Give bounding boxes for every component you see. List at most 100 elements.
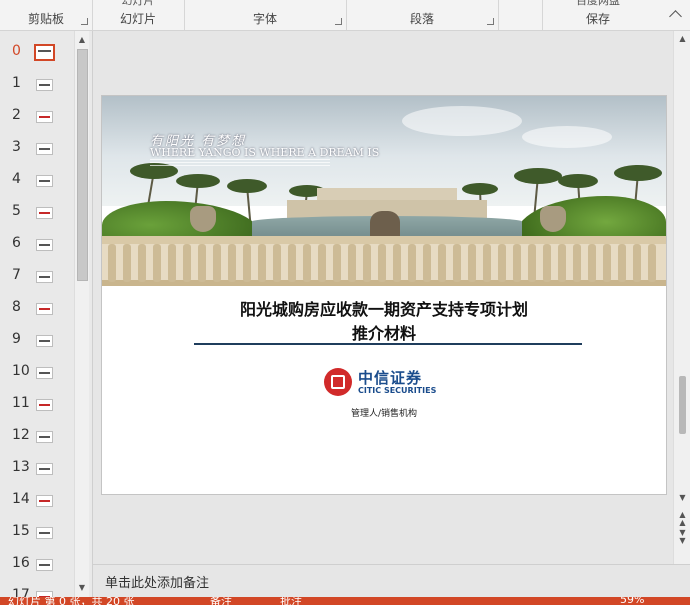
slide-thumbnail[interactable]: 0 (0, 39, 72, 67)
slide-thumbnail-number: 13 (12, 459, 30, 475)
slide-counter: 幻灯片 第 0 张，共 20 张 (8, 597, 135, 605)
slide-thumbnail-preview[interactable] (36, 399, 53, 411)
slide-thumbnail[interactable]: 4 (0, 167, 72, 195)
slide-thumbnail[interactable]: 14 (0, 487, 72, 515)
logo-chinese: 中信证券 (358, 369, 423, 387)
ribbon-group-slides: 幻灯片 幻灯片 (92, 0, 185, 30)
new-slide-button[interactable]: 幻灯片 (92, 0, 184, 8)
editor-scrollbar[interactable]: ▲ ▼ ▲ ▲ ▼ ▼ (673, 31, 690, 564)
scroll-up-icon[interactable]: ▲ (75, 33, 89, 47)
slide-thumbnail-number: 7 (12, 267, 21, 283)
slide-thumbnail-preview[interactable] (36, 175, 53, 187)
paragraph-launcher-icon[interactable] (487, 18, 494, 25)
ribbon-group-label: 段落 (409, 12, 434, 26)
slide-thumbnail[interactable]: 7 (0, 263, 72, 291)
slide-thumbnail[interactable]: 11 (0, 391, 72, 419)
slide-thumbnail[interactable]: 9 (0, 327, 72, 355)
clipboard-launcher-icon[interactable] (81, 18, 88, 25)
previous-slide-icon[interactable]: ▲ ▲ (674, 511, 690, 527)
slide-thumbnail-preview[interactable] (36, 559, 53, 571)
scroll-down-icon[interactable]: ▼ (75, 581, 89, 595)
ribbon-group-editing (498, 0, 543, 30)
citic-seal-icon (324, 368, 352, 396)
slide-thumbnail[interactable]: 2 (0, 103, 72, 131)
slide-thumbnail[interactable]: 13 (0, 455, 72, 483)
slide-editor: 有阳光 有梦想 WHERE YANGO IS WHERE A DREAM IS … (93, 31, 673, 564)
slide-title-line1[interactable]: 阳光城购房应收款一期资产支持专项计划 (102, 296, 666, 320)
thumbnail-scrollbar[interactable]: ▲ ▼ (74, 31, 89, 597)
slide-subtitle[interactable]: 管理人/销售机构 (102, 406, 666, 419)
slide-thumbnail-preview[interactable] (36, 303, 53, 315)
slide-thumbnail[interactable]: 12 (0, 423, 72, 451)
scrollbar-thumb[interactable] (679, 376, 686, 434)
slide-thumbnail[interactable]: 1 (0, 71, 72, 99)
ribbon-group-clipboard: 剪贴板 (0, 0, 93, 30)
font-launcher-icon[interactable] (335, 18, 342, 25)
ribbon-group-save: 百度网盘 保存 (542, 0, 654, 30)
slide-thumbnail[interactable]: 16 (0, 551, 72, 579)
slide-thumbnail-number: 9 (12, 331, 21, 347)
slide-thumbnail-number: 11 (12, 395, 30, 411)
slide-thumbnail[interactable]: 10 (0, 359, 72, 387)
slide-thumbnail-number: 17 (12, 587, 30, 597)
slide-thumbnail-preview[interactable] (36, 207, 53, 219)
status-bar: 幻灯片 第 0 张，共 20 张 备注 批注 59% (0, 597, 690, 605)
ribbon-group-label: 字体 (252, 12, 277, 26)
citic-logo: 中信证券 CITIC SECURITIES (324, 366, 444, 400)
slide-thumbnail[interactable]: 15 (0, 519, 72, 547)
slide-thumbnail[interactable]: 17 (0, 583, 72, 597)
slide-thumbnail-preview[interactable] (36, 111, 53, 123)
slide-thumbnail-preview[interactable] (36, 431, 53, 443)
slide-thumbnail-number: 16 (12, 555, 30, 571)
slide-thumbnail-number: 2 (12, 107, 21, 123)
slide-thumbnail-preview[interactable] (36, 271, 53, 283)
slide-thumbnail-number: 14 (12, 491, 30, 507)
next-slide-icon[interactable]: ▼ ▼ (674, 529, 690, 545)
slide-thumbnail-number: 3 (12, 139, 21, 155)
slide-thumbnail-preview[interactable] (36, 79, 53, 91)
banner-photo: 有阳光 有梦想 WHERE YANGO IS WHERE A DREAM IS (102, 96, 666, 286)
slogan-fine-print (150, 159, 330, 169)
slide-thumbnail-preview[interactable] (36, 527, 53, 539)
slide-thumbnail-preview[interactable] (36, 367, 53, 379)
slide-thumbnail-number: 15 (12, 523, 30, 539)
slide-thumbnail[interactable]: 6 (0, 231, 72, 259)
slide-thumbnail-preview[interactable] (34, 44, 55, 61)
ribbon-group-label: 剪贴板 (27, 12, 64, 26)
comments-toggle-button[interactable]: 批注 (280, 597, 302, 605)
slide-thumbnail-number: 5 (12, 203, 21, 219)
scroll-up-icon[interactable]: ▲ (674, 34, 690, 43)
slide-thumbnail-pane: 0 1 2 3 4 5 6 7 8 9 10 11 12 13 14 15 16 17 ▲ ▼ (0, 31, 93, 597)
slide-thumbnail-preview[interactable] (36, 335, 53, 347)
slide-thumbnail-preview[interactable] (36, 463, 53, 475)
title-divider (194, 343, 582, 345)
slide-thumbnail[interactable]: 8 (0, 295, 72, 323)
zoom-level[interactable]: 59% (620, 597, 644, 605)
slide-thumbnail-number: 1 (12, 75, 21, 91)
slide-thumbnail[interactable]: 3 (0, 135, 72, 163)
scroll-down-icon[interactable]: ▼ (674, 493, 690, 502)
slide-thumbnail-preview[interactable] (36, 143, 53, 155)
ribbon-group-label: 保存 (585, 12, 610, 26)
notes-toggle-button[interactable]: 备注 (210, 597, 232, 605)
slide-title-line2[interactable]: 推介材料 (102, 320, 666, 344)
notes-pane[interactable]: 单击此处添加备注 (93, 564, 690, 598)
ribbon-group-paragraph: 段落 (346, 0, 499, 30)
slogan-english: WHERE YANGO IS WHERE A DREAM IS (150, 146, 380, 159)
slide-thumbnail-number: 8 (12, 299, 21, 315)
slide-thumbnail-number: 12 (12, 427, 30, 443)
ribbon-group-label: 幻灯片 (119, 12, 156, 26)
slide-thumbnail-number: 4 (12, 171, 21, 187)
slide-thumbnail[interactable]: 5 (0, 199, 72, 227)
slide-thumbnail-preview[interactable] (36, 495, 53, 507)
slide-thumbnail-preview[interactable] (36, 239, 53, 251)
slide-thumbnail-number: 0 (12, 43, 21, 59)
scrollbar-thumb[interactable] (77, 49, 88, 281)
notes-placeholder[interactable]: 单击此处添加备注 (105, 572, 209, 591)
baidu-netdisk-button[interactable]: 百度网盘 (542, 0, 654, 8)
slide-thumbnail-number: 6 (12, 235, 21, 251)
slide-thumbnail-number: 10 (12, 363, 30, 379)
logo-english: CITIC SECURITIES (358, 386, 437, 395)
collapse-ribbon-icon[interactable] (669, 10, 682, 23)
slide-canvas[interactable]: 有阳光 有梦想 WHERE YANGO IS WHERE A DREAM IS … (101, 95, 667, 495)
